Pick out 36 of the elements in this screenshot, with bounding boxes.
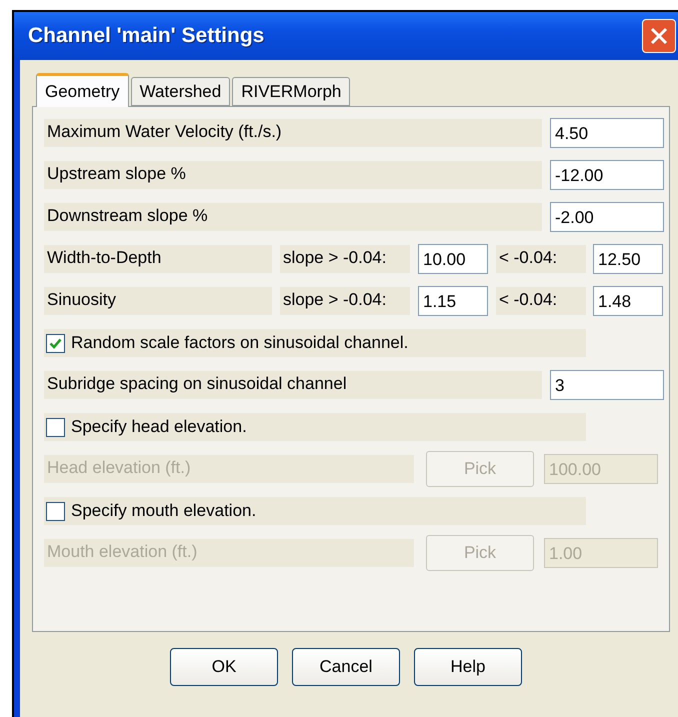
checkbox[interactable] <box>46 334 65 352</box>
dialog-button[interactable]: Cancel <box>292 648 400 686</box>
input-field[interactable]: 10.00 <box>418 244 488 274</box>
field-label: Width-to-Depth <box>44 245 272 273</box>
input-field[interactable]: -12.00 <box>550 160 664 190</box>
window-title: Channel 'main' Settings <box>28 24 266 48</box>
checkbox-label: Specify head elevation. <box>71 417 247 437</box>
dialog-button[interactable]: OK <box>170 648 278 686</box>
check-icon <box>49 336 62 350</box>
field-label: Sinuosity <box>44 287 272 315</box>
field-label: Subridge spacing on sinusoidal channel <box>44 371 542 399</box>
field-label: slope > -0.04: <box>280 287 410 315</box>
checkbox[interactable] <box>46 502 65 520</box>
input-field[interactable]: 12.50 <box>593 244 663 274</box>
close-button[interactable] <box>642 19 676 53</box>
field-label: < -0.04: <box>496 287 586 315</box>
field-label: < -0.04: <box>496 245 586 273</box>
dialog-button[interactable]: Help <box>414 648 522 686</box>
checkbox-label: Specify mouth elevation. <box>71 501 256 521</box>
input-field[interactable]: 1.48 <box>593 286 663 316</box>
close-icon <box>650 27 668 45</box>
field-label: Upstream slope % <box>44 161 542 189</box>
tab[interactable]: RIVERMorph <box>232 77 350 106</box>
checkbox-label: Random scale factors on sinusoidal channel. <box>71 333 408 353</box>
field-label: Head elevation (ft.) <box>44 455 414 483</box>
field-label: Maximum Water Velocity (ft./s.) <box>44 119 542 147</box>
input-field[interactable]: -2.00 <box>550 202 664 232</box>
tab[interactable]: Watershed <box>130 77 230 106</box>
checkbox[interactable] <box>46 418 65 436</box>
field-label: slope > -0.04: <box>280 245 410 273</box>
input-field[interactable]: 3 <box>550 370 664 400</box>
field-label: Mouth elevation (ft.) <box>44 539 414 567</box>
field-label: Downstream slope % <box>44 203 542 231</box>
input-field[interactable]: 4.50 <box>550 118 664 148</box>
input-field[interactable]: 1.15 <box>418 286 488 316</box>
tab[interactable]: Geometry <box>36 73 129 107</box>
